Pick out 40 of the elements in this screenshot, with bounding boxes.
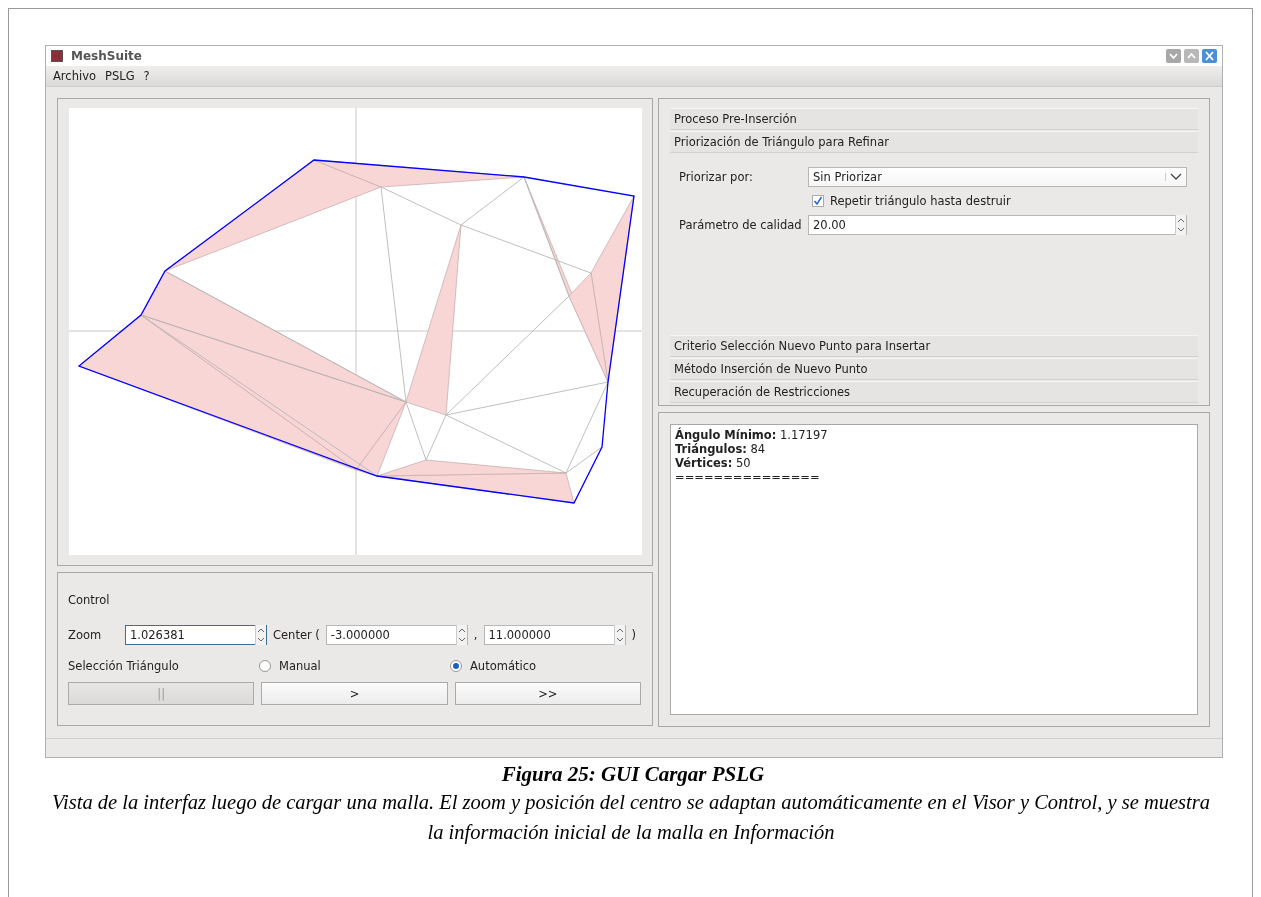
spin-arrows-icon[interactable] bbox=[613, 625, 625, 645]
spin-arrows-icon[interactable] bbox=[255, 625, 266, 645]
zoom-label: Zoom bbox=[68, 628, 103, 642]
close-paren: ) bbox=[631, 628, 636, 642]
app-icon bbox=[51, 50, 63, 62]
window-title: MeshSuite bbox=[71, 49, 142, 63]
figure-caption: Vista de la interfaz luego de cargar una malla. El zoom y posición del centro se adaptan automáticamente en el Visor y Control, y se muestra la información inicial de la malla en Información bbox=[51, 790, 1211, 846]
radio-option[interactable]: Manual bbox=[259, 659, 450, 673]
step-button[interactable]: >> bbox=[454, 682, 641, 705]
info-line: =============== bbox=[675, 470, 821, 484]
section-header[interactable]: Proceso Pre-Inserción bbox=[670, 108, 1198, 130]
menu-item[interactable]: PSLG bbox=[105, 69, 135, 83]
figure-caption-title: Figura 25: GUI Cargar PSLG bbox=[500, 762, 766, 787]
center-label: Center ( bbox=[273, 628, 320, 642]
section-header[interactable]: Método Inserción de Nuevo Punto bbox=[670, 358, 1198, 380]
radio-option[interactable]: Automático bbox=[450, 659, 641, 673]
repeat-checkbox[interactable]: Repetir triángulo hasta destruir bbox=[812, 194, 1011, 208]
menu-item[interactable]: ? bbox=[143, 69, 150, 83]
section-header[interactable]: Priorización de Triángulo para Refinar bbox=[670, 131, 1198, 153]
close-icon[interactable] bbox=[1202, 49, 1217, 63]
spin-arrows-icon[interactable] bbox=[1175, 215, 1186, 235]
info-line: Vértices: 50 bbox=[675, 456, 752, 470]
menu-item[interactable]: Archivo bbox=[53, 69, 96, 83]
control-title: Control bbox=[68, 593, 111, 609]
comma-separator: , bbox=[473, 628, 478, 642]
quality-label: Parámetro de calidad bbox=[679, 218, 803, 232]
prioritize-label: Priorizar por: bbox=[679, 170, 754, 184]
section-header[interactable]: Criterio Selección Nuevo Punto para Insertar bbox=[670, 335, 1198, 357]
spin-arrows-icon[interactable] bbox=[455, 625, 467, 645]
center-y-field[interactable]: 11.000000 bbox=[483, 625, 626, 645]
zoom-field[interactable]: 1.026381 bbox=[125, 625, 267, 645]
step-button[interactable]: > bbox=[261, 682, 448, 705]
info-line: Ángulo Mínimo: 1.17197 bbox=[675, 428, 829, 442]
center-x-field[interactable]: -3.000000 bbox=[325, 625, 468, 645]
section-header[interactable]: Recuperación de Restricciones bbox=[670, 381, 1198, 403]
selection-label: Selección Triángulo bbox=[68, 659, 180, 673]
prioritize-dropdown[interactable]: Sin Priorizar bbox=[808, 167, 1187, 187]
info-line: Triángulos: 84 bbox=[675, 442, 767, 456]
quality-field[interactable]: 20.00 bbox=[808, 215, 1187, 235]
caret-icon bbox=[1165, 173, 1182, 181]
